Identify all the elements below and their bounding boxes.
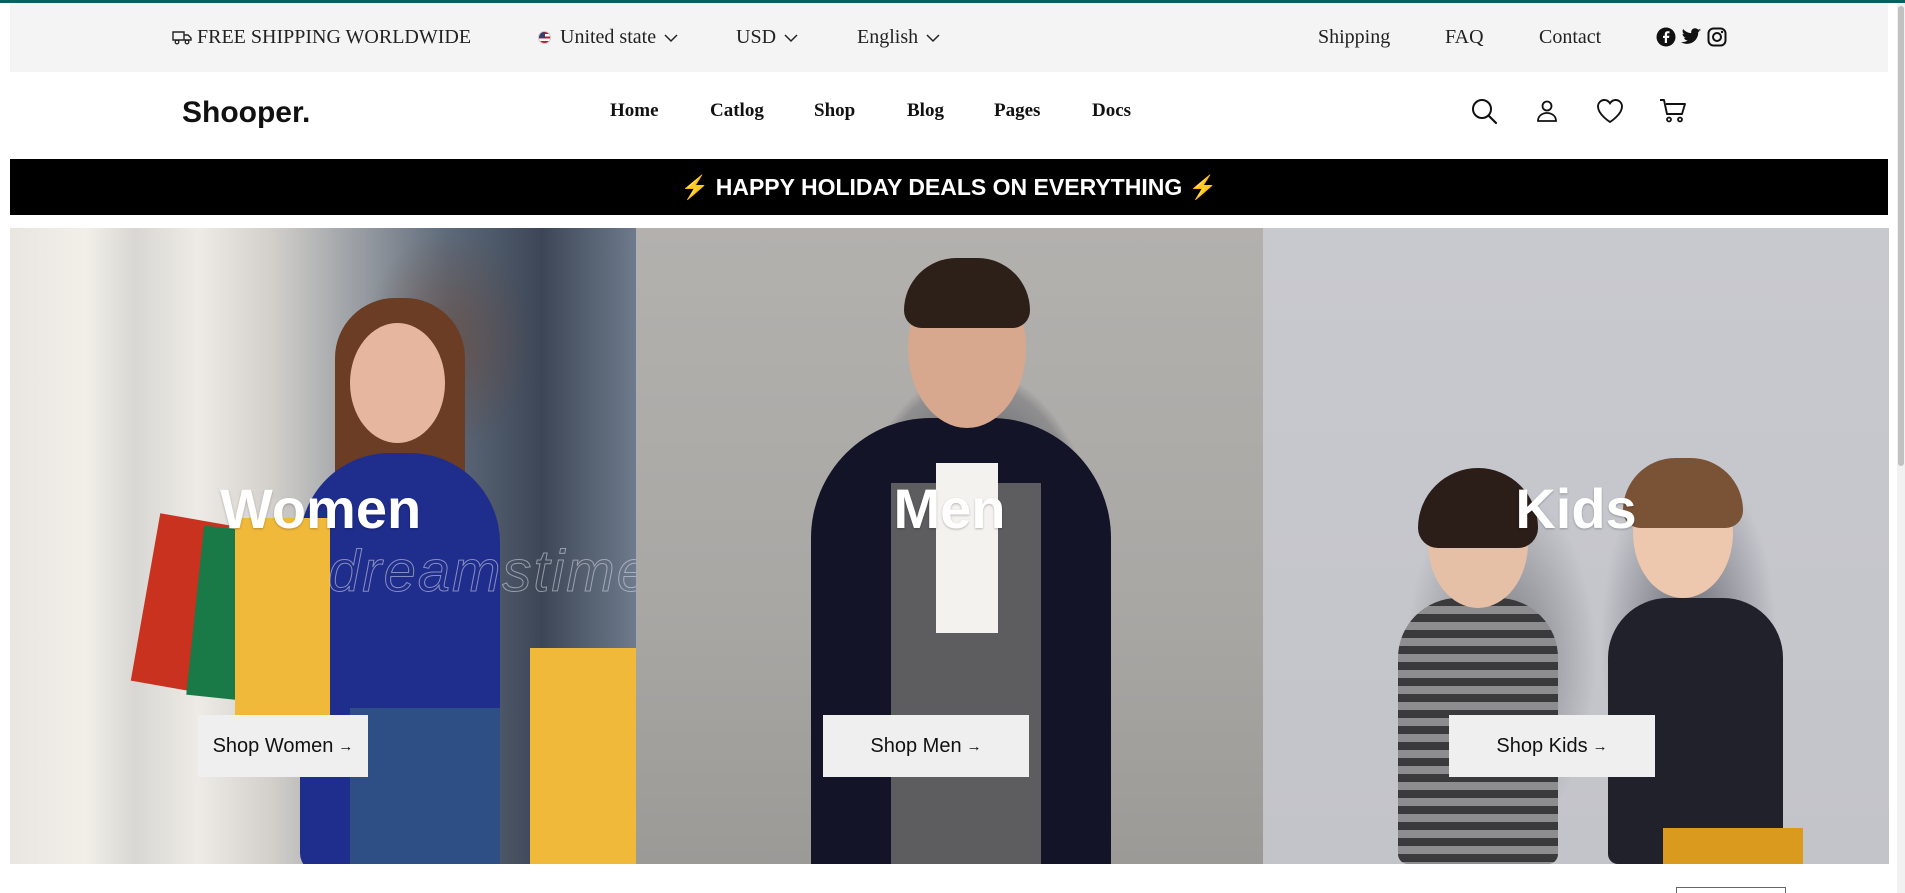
women-photo-jeans [350,708,500,864]
nav-shop[interactable]: Shop [814,100,855,122]
category-title-women: Women [220,477,422,540]
language-label: English [857,25,919,48]
faq-link[interactable]: FAQ [1445,23,1484,51]
shipping-link[interactable]: Shipping [1318,23,1390,51]
shop-women-button[interactable]: Shop Women → [198,715,368,777]
arrow-right-icon: → [966,737,982,755]
chevron-down-icon [784,26,798,49]
search-icon[interactable] [1469,96,1499,126]
chevron-down-icon [664,26,678,49]
us-flag-icon [538,30,551,44]
site-logo[interactable]: Shooper. [182,96,310,130]
free-shipping-text: FREE SHIPPING WORLDWIDE [197,25,472,48]
shop-kids-label: Shop Kids [1496,734,1588,757]
contact-link[interactable]: Contact [1539,23,1601,51]
language-selector[interactable]: English [857,23,940,51]
arrow-right-icon: → [338,737,354,755]
site-header: Shooper. Home Catlog Shop Blog Pages Doc… [10,72,1888,158]
nav-catlog[interactable]: Catlog [710,100,764,122]
category-kids[interactable]: Kids Shop Kids → [1263,228,1889,864]
twitter-icon[interactable] [1681,28,1702,46]
cart-icon[interactable] [1658,96,1688,126]
chevron-down-icon [926,26,940,49]
nav-pages[interactable]: Pages [994,100,1040,122]
heart-icon[interactable] [1595,96,1625,126]
user-icon[interactable] [1532,96,1562,126]
category-men[interactable]: Men Shop Men → [636,228,1263,864]
kid-photo-skirt [1663,828,1803,864]
category-women[interactable]: dreamstime Women Shop Women → [10,228,636,864]
men-photo-hair [904,258,1030,328]
shopping-bag-yellow [530,648,636,864]
category-title-kids: Kids [1515,477,1637,540]
scrollbar-thumb[interactable] [1898,6,1904,466]
shop-kids-button[interactable]: Shop Kids → [1449,715,1655,777]
country-label: United state [560,25,657,48]
nav-home[interactable]: Home [610,100,659,122]
arrow-right-icon: → [1592,737,1608,755]
currency-label: USD [736,25,777,48]
nav-blog[interactable]: Blog [907,100,944,122]
category-title-men: Men [893,477,1006,540]
free-shipping-notice: FREE SHIPPING WORLDWIDE [172,23,471,51]
watermark: dreamstime [328,539,636,605]
announcement-banner: ⚡ HAPPY HOLIDAY DEALS ON EVERYTHING ⚡ [10,159,1888,215]
partial-element-below-fold [1676,887,1786,893]
shopping-bag-yellow [235,518,330,718]
women-photo-face [350,323,445,443]
social-links [1656,24,1727,50]
instagram-icon[interactable] [1707,27,1727,47]
facebook-icon[interactable] [1656,27,1676,47]
shop-men-button[interactable]: Shop Men → [823,715,1029,777]
country-selector[interactable]: United state [538,23,678,51]
nav-docs[interactable]: Docs [1092,100,1131,122]
utility-bar: FREE SHIPPING WORLDWIDE United state USD… [10,3,1888,72]
truck-icon [172,29,192,45]
currency-selector[interactable]: USD [736,23,798,51]
shop-women-label: Shop Women [212,734,334,757]
shop-men-label: Shop Men [870,734,962,757]
